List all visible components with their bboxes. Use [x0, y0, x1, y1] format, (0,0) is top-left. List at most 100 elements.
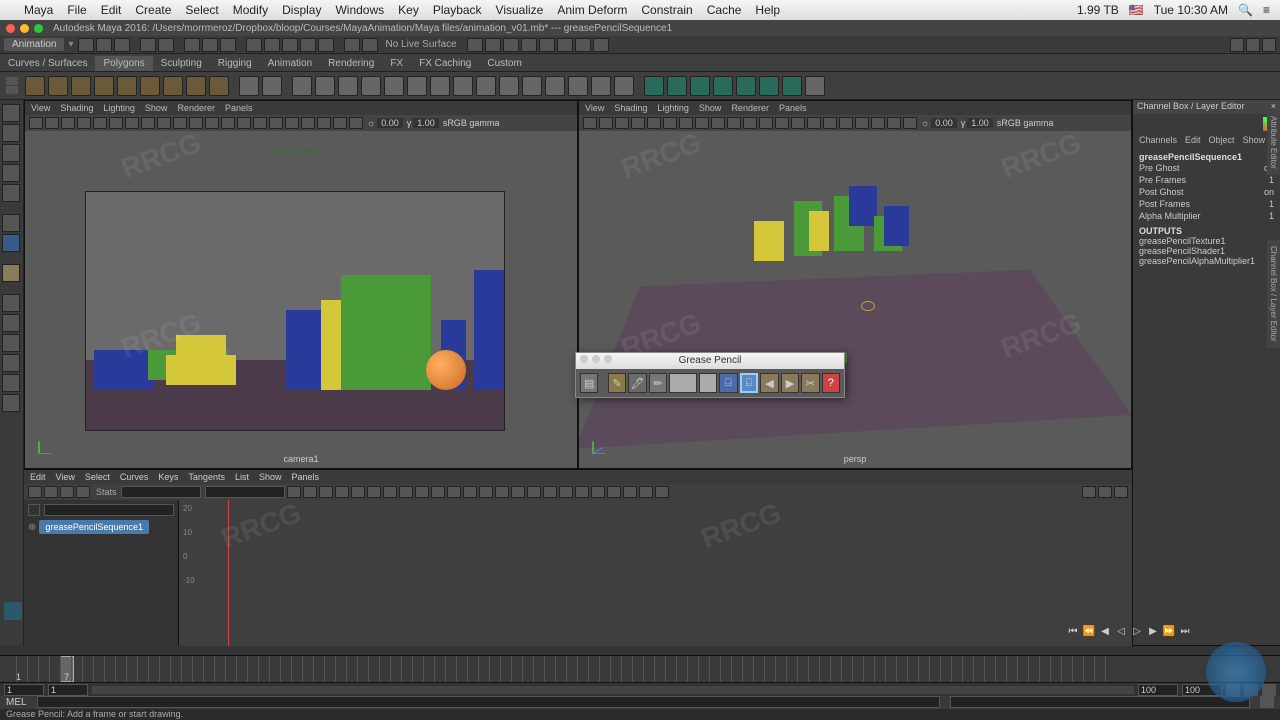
menu-cache[interactable]: Cache [707, 3, 742, 17]
ge-post-inf-icon[interactable] [591, 486, 605, 498]
attr-value[interactable]: 1 [1269, 211, 1274, 221]
ge-node-row[interactable]: greasePencilSequence1 [39, 520, 149, 534]
vp-r-20-icon[interactable] [887, 117, 901, 129]
script-editor-icon[interactable] [1260, 696, 1274, 708]
poly-torus-icon[interactable] [117, 76, 137, 96]
vp-grid-icon[interactable] [125, 117, 139, 129]
ge-plateau-icon[interactable] [367, 486, 381, 498]
poly-type-icon[interactable] [239, 76, 259, 96]
insert-loop-icon[interactable] [522, 76, 542, 96]
ge-menu-view[interactable]: View [56, 472, 75, 482]
vp-menu-lighting[interactable]: Lighting [103, 103, 135, 113]
vp-r-5-icon[interactable] [647, 117, 661, 129]
ge-expand-toggle-icon[interactable]: ⊕ [28, 522, 36, 533]
new-scene-icon[interactable] [78, 38, 94, 52]
attr-name[interactable]: Post Frames [1139, 199, 1190, 209]
toggle-toolsettings-icon[interactable] [1246, 38, 1260, 52]
command-line-lang[interactable]: MEL [6, 697, 27, 708]
step-back-frame-icon[interactable]: ◀ [1098, 626, 1112, 640]
attr-name[interactable]: Post Ghost [1139, 187, 1184, 197]
ge-auto-icon[interactable] [383, 486, 397, 498]
ge-stacked-icon[interactable] [527, 486, 541, 498]
workspace-selector[interactable]: Animation [4, 38, 64, 51]
shelf-tab-rendering[interactable]: Rendering [320, 56, 382, 71]
sym-x-icon[interactable] [362, 38, 378, 52]
vp-resgate-icon[interactable] [157, 117, 171, 129]
boolean-icon[interactable] [384, 76, 404, 96]
poly-cone-icon[interactable] [94, 76, 114, 96]
vp-safe-icon[interactable] [189, 117, 203, 129]
redo-icon[interactable] [158, 38, 174, 52]
ge-open-trax-icon[interactable] [655, 486, 669, 498]
render-icon[interactable] [503, 38, 519, 52]
light-icon[interactable] [575, 38, 591, 52]
ge-flat-icon[interactable] [335, 486, 349, 498]
shelf-tab-custom[interactable]: Custom [479, 56, 529, 71]
open-scene-icon[interactable] [96, 38, 112, 52]
ge-menu-tangents[interactable]: Tangents [188, 472, 225, 482]
vp-textured-icon[interactable] [237, 117, 251, 129]
vp-menu-view[interactable]: View [31, 103, 50, 113]
toggle-channelbox-icon[interactable] [1230, 38, 1244, 52]
vp-wireframe-icon[interactable] [205, 117, 219, 129]
vp-menu-lighting-r[interactable]: Lighting [657, 103, 689, 113]
vp-exposure-value[interactable]: 0.00 [377, 118, 403, 128]
last-tool-icon[interactable] [2, 214, 20, 232]
snap-point-icon[interactable] [282, 38, 298, 52]
ge-abs-view-icon[interactable] [511, 486, 525, 498]
menu-file[interactable]: File [67, 3, 86, 17]
attr-name[interactable]: Alpha Multiplier [1139, 211, 1201, 221]
spotlight-icon[interactable]: 🔍 [1238, 3, 1253, 17]
vp-menu-renderer-r[interactable]: Renderer [731, 103, 769, 113]
time-ruler[interactable] [0, 646, 1280, 655]
snap-curve-icon[interactable] [264, 38, 280, 52]
ge-menu-show[interactable]: Show [259, 472, 282, 482]
gp-zoom-icon[interactable] [604, 355, 612, 363]
poly-cylinder-icon[interactable] [71, 76, 91, 96]
attr-name[interactable]: Pre Ghost [1139, 163, 1180, 173]
anim-prefs-icon[interactable] [1262, 684, 1276, 696]
vp-r-7-icon[interactable] [679, 117, 693, 129]
layout-graph-icon[interactable] [2, 394, 20, 412]
sculpt-5-icon[interactable] [736, 76, 756, 96]
sculpt-1-icon[interactable] [644, 76, 664, 96]
select-tool-icon[interactable] [2, 104, 20, 122]
output-node[interactable]: greasePencilAlphaMultiplier1 [1139, 256, 1274, 266]
shelf-tab-curves[interactable]: Curves / Surfaces [0, 56, 95, 71]
shelf-tab-fxcaching[interactable]: FX Caching [411, 56, 479, 71]
vp-menu-panels[interactable]: Panels [225, 103, 253, 113]
bevel-icon[interactable] [430, 76, 450, 96]
vp-isolate-icon[interactable] [349, 117, 363, 129]
goto-end-icon[interactable]: ⏭ [1178, 626, 1192, 640]
ge-menu-curves[interactable]: Curves [120, 472, 149, 482]
vp-aa-icon[interactable] [317, 117, 331, 129]
ge-center-icon[interactable] [1114, 486, 1128, 498]
vp-colorspace[interactable]: sRGB gamma [443, 118, 500, 128]
flag-icon[interactable]: 🇺🇸 [1129, 3, 1144, 17]
vp-ao-icon[interactable] [285, 117, 299, 129]
ge-unify-icon[interactable] [415, 486, 429, 498]
history-icon[interactable] [467, 38, 483, 52]
lasso-tool-icon[interactable] [2, 124, 20, 142]
gp-delete-frame-icon[interactable]: ✂ [801, 373, 819, 393]
cb-node-name[interactable]: greasePencilSequence1 [1139, 152, 1274, 162]
close-window-icon[interactable] [6, 24, 15, 33]
range-start-outer[interactable] [4, 684, 44, 696]
bridge-icon[interactable] [453, 76, 473, 96]
attr-name[interactable]: Pre Frames [1139, 175, 1186, 185]
gp-close-icon[interactable] [580, 355, 588, 363]
vp-r-18-icon[interactable] [855, 117, 869, 129]
range-slider-bar[interactable] [92, 686, 1134, 694]
save-scene-icon[interactable] [114, 38, 130, 52]
vp-gamma-value[interactable]: 1.00 [413, 118, 439, 128]
vp-gamma-icon[interactable]: γ [407, 118, 412, 128]
vp-r-17-icon[interactable] [839, 117, 853, 129]
vp-menu-shading-r[interactable]: Shading [614, 103, 647, 113]
layout-four-icon[interactable] [2, 314, 20, 332]
vp-r-colorspace[interactable]: sRGB gamma [997, 118, 1054, 128]
vp-menu-panels-r[interactable]: Panels [779, 103, 807, 113]
ge-stats-key-field[interactable] [121, 486, 201, 498]
set-key-icon[interactable] [1244, 684, 1258, 696]
vp-menu-shading[interactable]: Shading [60, 103, 93, 113]
cb-tab-edit[interactable]: Edit [1185, 135, 1201, 147]
